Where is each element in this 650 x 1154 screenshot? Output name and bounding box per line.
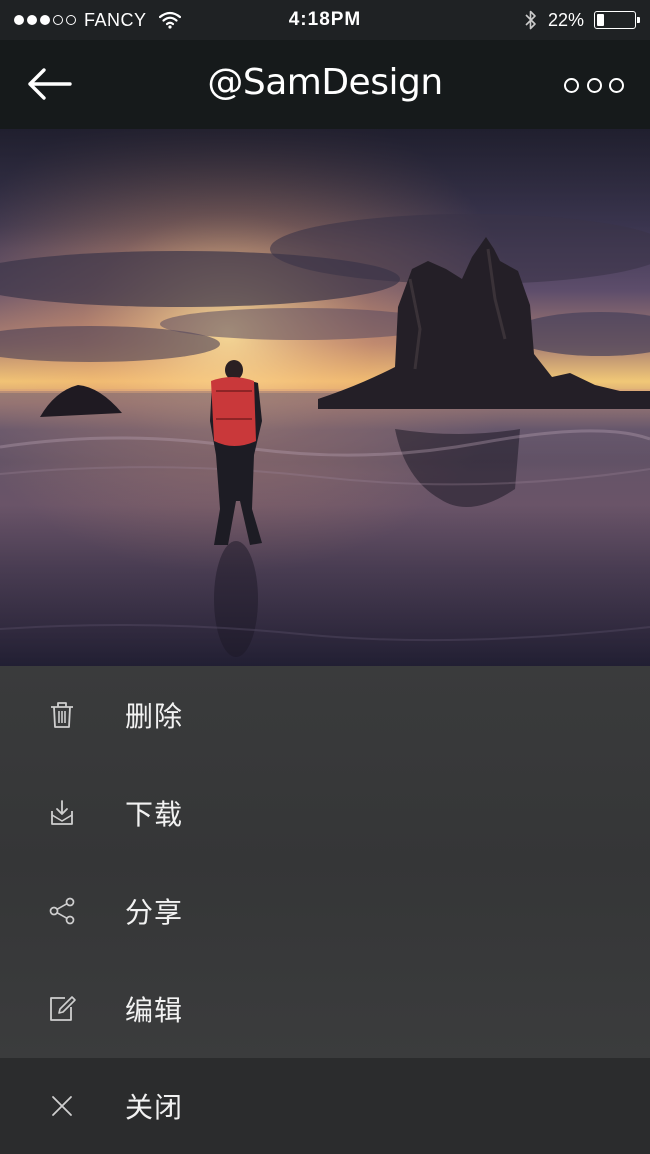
edit-option[interactable]: 编辑 — [0, 960, 650, 1058]
battery-percent: 22% — [547, 9, 584, 30]
carrier-name: FANCY — [84, 9, 147, 30]
bluetooth-icon — [524, 9, 538, 31]
back-button[interactable] — [26, 62, 76, 106]
delete-option[interactable]: 删除 — [0, 666, 650, 764]
close-option[interactable]: 关闭 — [0, 1058, 650, 1154]
more-dot — [564, 77, 579, 93]
signal-dot — [27, 15, 37, 25]
photo-viewer[interactable] — [0, 129, 650, 666]
trash-icon — [46, 699, 78, 731]
share-icon — [46, 895, 78, 927]
more-dot — [609, 77, 624, 93]
share-option[interactable]: 分享 — [0, 862, 650, 960]
nav-bar: @SamDesign — [0, 40, 650, 129]
landscape-photo — [0, 129, 650, 666]
more-options-button[interactable] — [564, 70, 624, 100]
battery-level — [597, 14, 604, 26]
download-option[interactable]: 下载 — [0, 764, 650, 862]
battery-icon — [594, 11, 640, 29]
action-sheet: 删除 下载 分享 编辑 — [0, 666, 650, 1058]
more-dot — [586, 77, 602, 93]
signal-strength-icon — [14, 15, 76, 25]
signal-dot — [66, 15, 76, 25]
close-icon — [46, 1090, 78, 1122]
arrow-left-icon — [28, 68, 72, 100]
signal-dot — [53, 15, 63, 25]
status-left: FANCY — [14, 0, 181, 40]
signal-dot — [40, 15, 50, 25]
wifi-icon — [158, 11, 181, 29]
signal-dot — [14, 15, 24, 25]
page-title: @SamDesign — [207, 62, 443, 103]
status-right: 22% — [524, 0, 640, 40]
download-label: 下载 — [125, 798, 184, 831]
status-bar: FANCY 4:18PM 22% — [0, 0, 650, 40]
edit-icon — [46, 993, 78, 1025]
delete-label: 删除 — [125, 700, 184, 733]
edit-label: 编辑 — [125, 994, 184, 1027]
close-label: 关闭 — [125, 1091, 184, 1124]
download-icon — [46, 797, 78, 829]
share-label: 分享 — [125, 896, 184, 929]
